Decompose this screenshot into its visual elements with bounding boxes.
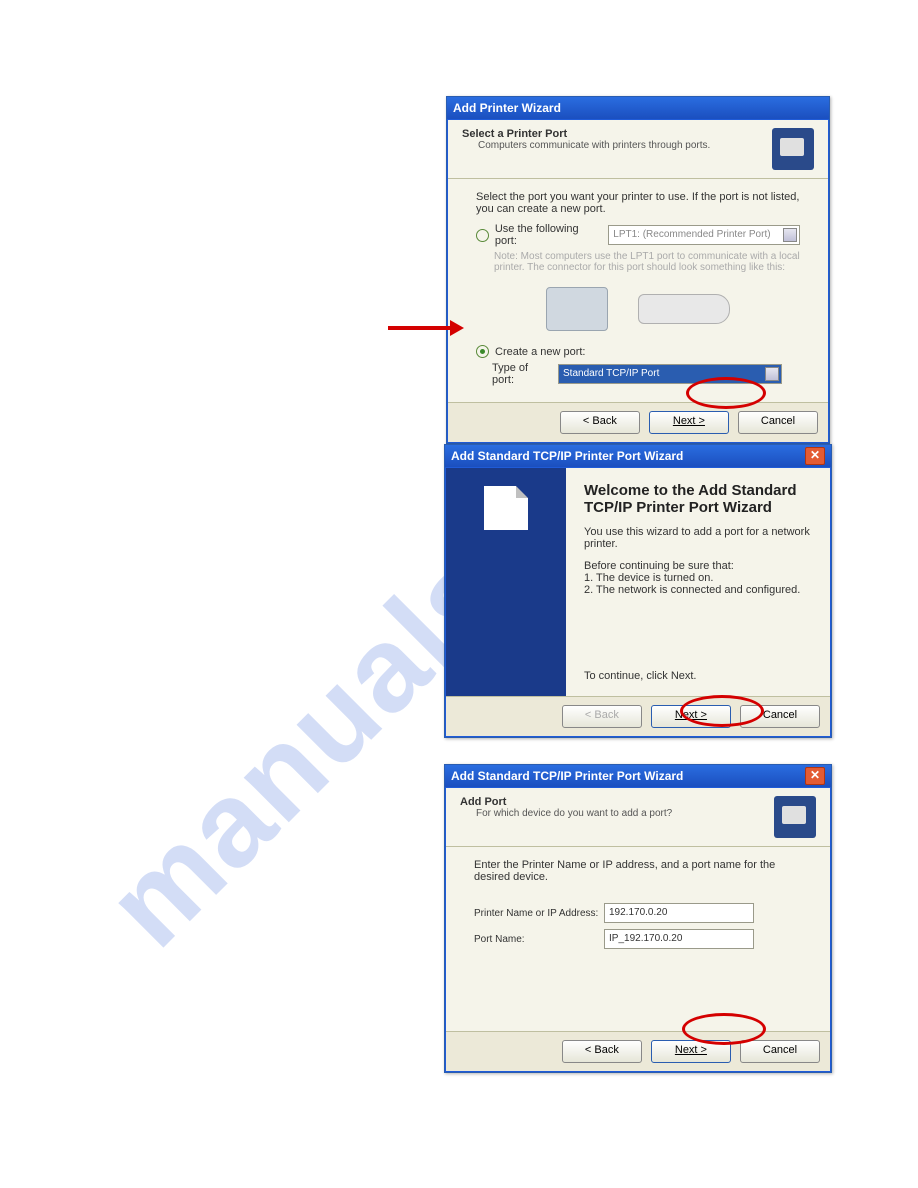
wizard-side-graphic — [446, 468, 566, 696]
cancel-button[interactable]: Cancel — [740, 705, 820, 728]
printer-header-icon — [772, 128, 814, 170]
instruction-text: Enter the Printer Name or IP address, an… — [474, 859, 802, 883]
radio-create-port-label: Create a new port: — [495, 346, 586, 358]
dialog-title: Add Printer Wizard — [453, 97, 561, 119]
ip-address-input[interactable]: 192.170.0.20 — [604, 903, 754, 923]
document-icon — [484, 486, 528, 530]
close-icon[interactable]: ✕ — [805, 767, 825, 785]
radio-use-port-label: Use the following port: — [495, 223, 602, 247]
back-button: < Back — [562, 705, 642, 728]
ip-address-label: Printer Name or IP Address: — [474, 908, 604, 919]
cancel-button[interactable]: Cancel — [738, 411, 818, 434]
close-icon[interactable]: ✕ — [805, 447, 825, 465]
next-button[interactable]: Next > — [651, 1040, 731, 1063]
printer-icon — [546, 287, 608, 331]
titlebar: Add Printer Wizard — [447, 97, 829, 119]
before-item-1: 1. The device is turned on. — [584, 572, 812, 584]
back-button[interactable]: < Back — [560, 411, 640, 434]
wizard-heading: Select a Printer Port — [462, 128, 772, 140]
titlebar: Add Standard TCP/IP Printer Port Wizard … — [445, 445, 831, 467]
dialog-tcpip-add-port: Add Standard TCP/IP Printer Port Wizard … — [444, 764, 832, 1073]
wizard-subheading: Computers communicate with printers thro… — [478, 140, 772, 151]
red-arrow — [388, 320, 464, 336]
wizard-subheading: For which device do you want to add a po… — [476, 808, 774, 819]
connector-illustration — [476, 279, 800, 339]
note-text: Note: Most computers use the LPT1 port t… — [494, 251, 800, 273]
dialog-add-printer-wizard: Add Printer Wizard Select a Printer Port… — [446, 96, 830, 444]
type-of-port-label: Type of port: — [492, 362, 552, 386]
titlebar: Add Standard TCP/IP Printer Port Wizard … — [445, 765, 831, 787]
instruction-text: Select the port you want your printer to… — [476, 191, 800, 215]
port-name-input[interactable]: IP_192.170.0.20 — [604, 929, 754, 949]
dialog-tcpip-wizard-welcome: Add Standard TCP/IP Printer Port Wizard … — [444, 444, 832, 738]
port-name-label: Port Name: — [474, 934, 604, 945]
welcome-heading: Welcome to the Add Standard TCP/IP Print… — [584, 482, 812, 516]
before-text: Before continuing be sure that: — [584, 560, 812, 572]
cancel-button[interactable]: Cancel — [740, 1040, 820, 1063]
welcome-desc: You use this wizard to add a port for a … — [584, 526, 812, 550]
radio-use-port[interactable] — [476, 229, 489, 242]
port-type-dropdown[interactable]: Standard TCP/IP Port — [558, 364, 782, 384]
dialog-title: Add Standard TCP/IP Printer Port Wizard — [451, 765, 683, 787]
continue-text: To continue, click Next. — [584, 670, 812, 682]
radio-create-port[interactable] — [476, 345, 489, 358]
lpt-port-dropdown[interactable]: LPT1: (Recommended Printer Port) — [608, 225, 800, 245]
before-item-2: 2. The network is connected and configur… — [584, 584, 812, 596]
printer-header-icon — [774, 796, 816, 838]
next-button[interactable]: Next > — [651, 705, 731, 728]
wizard-heading: Add Port — [460, 796, 774, 808]
cable-icon — [638, 294, 730, 324]
back-button[interactable]: < Back — [562, 1040, 642, 1063]
dialog-title: Add Standard TCP/IP Printer Port Wizard — [451, 445, 683, 467]
next-button[interactable]: Next > — [649, 411, 729, 434]
